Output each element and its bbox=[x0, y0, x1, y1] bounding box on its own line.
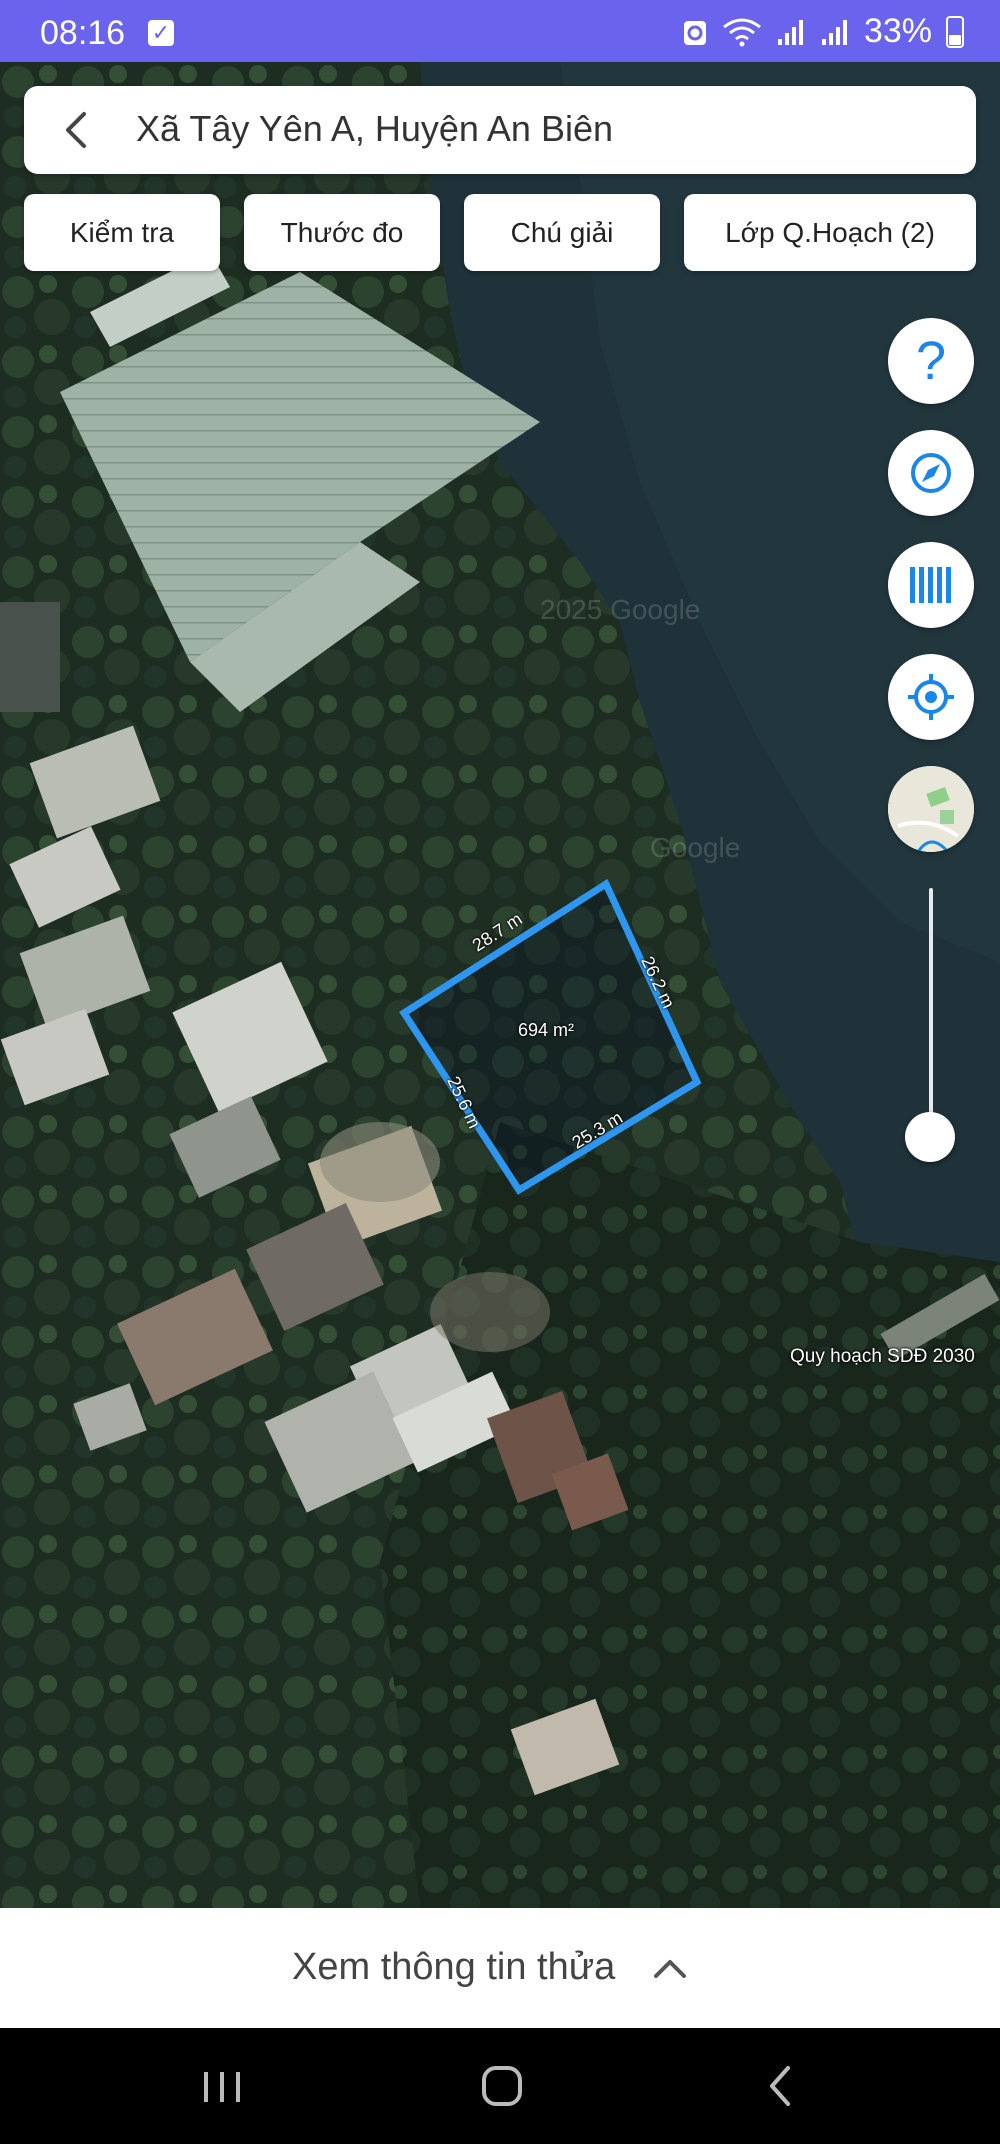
compass-icon bbox=[911, 453, 951, 493]
location-title[interactable]: Xã Tây Yên A, Huyện An Biên bbox=[136, 108, 613, 150]
checkbox-icon: ✓ bbox=[148, 20, 174, 46]
status-bar: 08:16 ✓ 33% bbox=[0, 0, 1000, 62]
signal-icon bbox=[777, 19, 803, 45]
battery-icon bbox=[946, 15, 964, 48]
back-arrow-icon[interactable] bbox=[54, 108, 98, 152]
signal-icon bbox=[821, 19, 847, 45]
planning-layers-button[interactable]: Lớp Q.Hoạch (2) bbox=[684, 194, 976, 271]
locate-button[interactable] bbox=[888, 654, 974, 740]
map-view[interactable]: 2025 Google Google bbox=[0, 62, 1000, 1908]
status-time: 08:16 bbox=[40, 14, 126, 52]
recent-apps-icon[interactable] bbox=[192, 2058, 252, 2114]
basemap-thumbnail-icon bbox=[888, 766, 974, 852]
compass-button[interactable] bbox=[888, 430, 974, 516]
chevron-up-icon[interactable] bbox=[650, 1952, 690, 1984]
locate-icon bbox=[908, 674, 954, 720]
wifi-icon bbox=[723, 18, 761, 46]
help-icon: ? bbox=[915, 331, 947, 391]
battery-percent: 33% bbox=[863, 12, 932, 50]
system-navigation-bar bbox=[0, 2028, 1000, 2144]
measure-button[interactable]: Thước đo bbox=[244, 194, 440, 271]
parcel-area-label: 694 m² bbox=[518, 1020, 575, 1040]
check-button[interactable]: Kiểm tra bbox=[24, 194, 220, 271]
zoom-slider-track[interactable] bbox=[929, 888, 933, 1136]
back-nav-icon[interactable] bbox=[752, 2058, 812, 2114]
parcel-info-label[interactable]: Xem thông tin thửa bbox=[292, 1946, 615, 1989]
location-search-bar[interactable]: Xã Tây Yên A, Huyện An Biên bbox=[24, 86, 976, 174]
legend-button[interactable]: Chú giải bbox=[464, 194, 660, 271]
recycle-icon bbox=[683, 20, 706, 45]
planning-layer-label: Quy hoạch SDĐ 2030 bbox=[790, 1346, 975, 1367]
barcode-button[interactable] bbox=[888, 542, 974, 628]
help-button[interactable]: ? bbox=[888, 318, 974, 404]
home-icon[interactable] bbox=[472, 2058, 532, 2114]
status-icons: 33% bbox=[682, 12, 964, 51]
barcode-icon bbox=[910, 567, 951, 603]
parcel-info-sheet[interactable]: Xem thông tin thửa bbox=[0, 1908, 1000, 2028]
parcel-outline[interactable] bbox=[0, 62, 1000, 1908]
basemap-button[interactable] bbox=[888, 766, 974, 852]
zoom-slider-thumb[interactable] bbox=[905, 1112, 955, 1162]
